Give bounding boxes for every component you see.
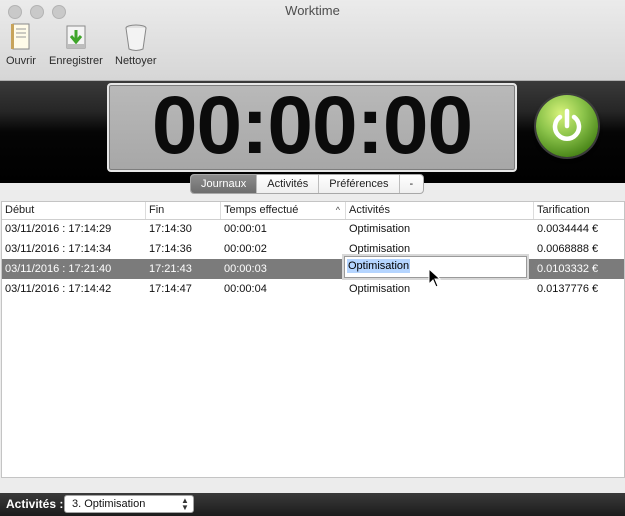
column-header-duration-label: Temps effectué <box>224 204 299 216</box>
cell-end: 17:14:47 <box>149 283 192 295</box>
cell-rate: 0.0103332 € <box>537 263 599 275</box>
cell-start: 03/11/2016 : 17:21:40 <box>5 263 112 275</box>
activity-select-value: 3. Optimisation <box>72 498 146 510</box>
table-row-selected[interactable]: 03/11/2016 : 17:21:40 17:21:43 00:00:03 … <box>2 259 624 279</box>
bottom-bar: Activités : 3. Optimisation ▲ ▼ <box>0 493 625 516</box>
sort-ascending-icon: ^ <box>335 205 340 215</box>
select-stepper-icon: ▲ ▼ <box>181 496 189 512</box>
trash-icon <box>125 24 147 51</box>
clean-button[interactable]: Nettoyer <box>115 22 157 67</box>
cell-start: 03/11/2016 : 17:14:42 <box>5 283 112 295</box>
cell-duration: 00:00:02 <box>224 243 267 255</box>
cell-end: 17:21:43 <box>149 263 192 275</box>
save-label: Enregistrer <box>49 55 103 67</box>
start-stop-button[interactable] <box>536 95 598 157</box>
window-title: Worktime <box>285 3 340 18</box>
cell-rate: 0.0137776 € <box>537 283 599 295</box>
log-table: Début Fin Temps effectué ^ Activités Tar… <box>1 201 625 478</box>
cell-rate: 0.0068888 € <box>537 243 599 255</box>
tab-preferences[interactable]: Préférences <box>319 175 400 193</box>
cell-rate: 0.0034444 € <box>537 223 599 235</box>
timer-value: 00:00:00 <box>151 80 473 171</box>
cell-duration: 00:00:04 <box>224 283 267 295</box>
column-header-start[interactable]: Début <box>2 202 146 219</box>
activities-label: Activités : <box>6 497 64 511</box>
title-bar: Worktime Ouvrir Enregistrer Nettoyer <box>0 0 625 81</box>
column-header-activity[interactable]: Activités <box>346 202 534 219</box>
activity-select[interactable]: 3. Optimisation ▲ ▼ <box>64 495 194 513</box>
cell-start: 03/11/2016 : 17:14:34 <box>5 243 112 255</box>
open-label: Ouvrir <box>6 55 36 67</box>
column-header-rate[interactable]: Tarification <box>534 202 624 219</box>
activity-cell-editor-text: Optimisation <box>347 259 411 273</box>
clean-label: Nettoyer <box>115 55 157 67</box>
table-row[interactable]: 03/11/2016 : 17:14:34 17:14:36 00:00:02 … <box>2 239 624 259</box>
tab-journaux[interactable]: Journaux <box>191 175 258 193</box>
document-icon <box>10 23 30 50</box>
save-download-icon <box>66 25 86 49</box>
cell-duration: 00:00:01 <box>224 223 267 235</box>
mouse-pointer-icon <box>428 268 442 288</box>
tab-activites[interactable]: Activités <box>257 175 320 193</box>
cell-duration: 00:00:03 <box>224 263 267 275</box>
cell-activity: Optimisation <box>349 223 411 235</box>
cell-start: 03/11/2016 : 17:14:29 <box>5 223 112 235</box>
timer-display: 00:00:00 <box>107 80 517 172</box>
table-row[interactable]: 03/11/2016 : 17:14:42 17:14:47 00:00:04 … <box>2 279 624 299</box>
cell-activity: Optimisation <box>349 283 411 295</box>
tab-extra[interactable]: - <box>400 175 424 193</box>
save-button[interactable]: Enregistrer <box>49 22 103 67</box>
cell-end: 17:14:36 <box>149 243 192 255</box>
column-header-end[interactable]: Fin <box>146 202 221 219</box>
column-header-duration[interactable]: Temps effectué ^ <box>221 202 346 219</box>
view-tabs: Journaux Activités Préférences - <box>190 174 425 194</box>
power-icon <box>552 108 582 141</box>
cell-end: 17:14:30 <box>149 223 192 235</box>
open-button[interactable]: Ouvrir <box>6 22 36 67</box>
table-row[interactable]: 03/11/2016 : 17:14:29 17:14:30 00:00:01 … <box>2 219 624 239</box>
table-header: Début Fin Temps effectué ^ Activités Tar… <box>2 202 624 220</box>
